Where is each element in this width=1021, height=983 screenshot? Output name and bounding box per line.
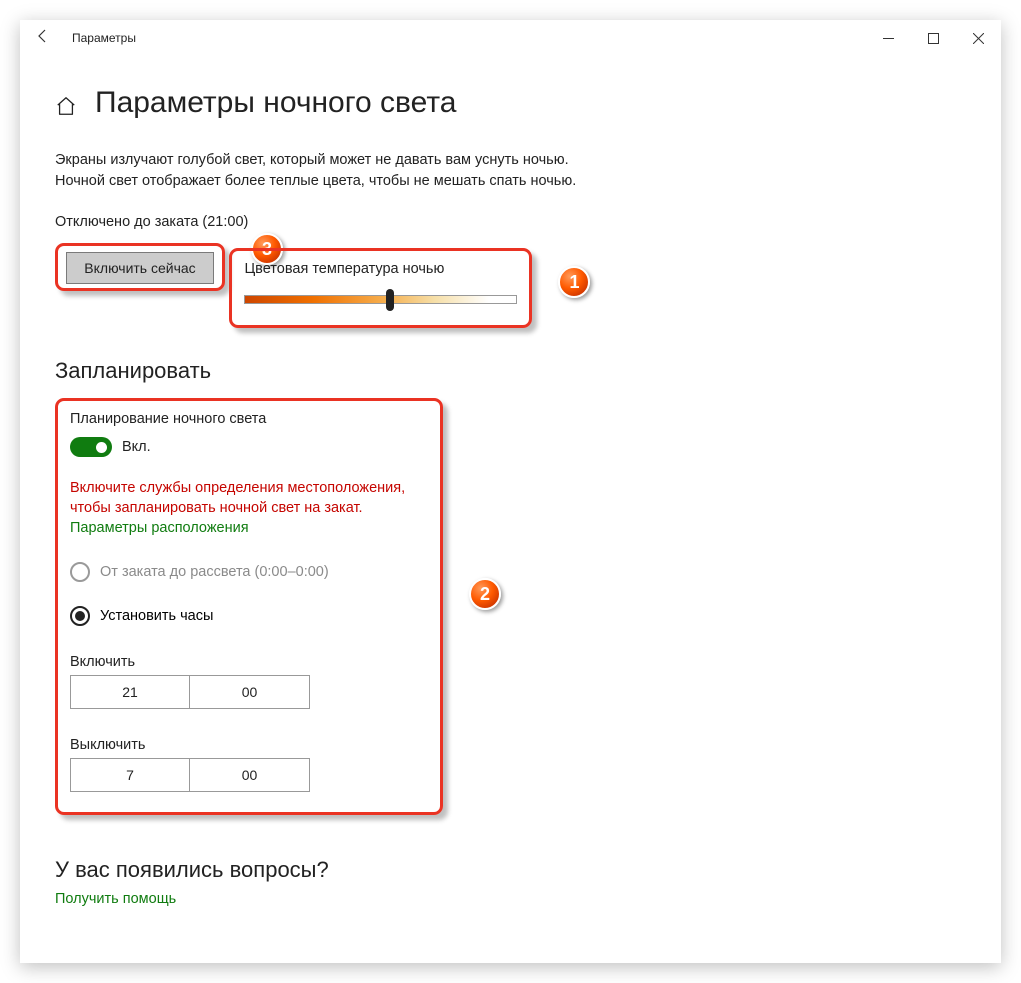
enable-now-button[interactable]: Включить сейчас — [66, 252, 214, 284]
faq-heading: У вас появились вопросы? — [55, 857, 966, 883]
schedule-toggle-state: Вкл. — [122, 439, 151, 455]
turn-off-label: Выключить — [70, 737, 428, 753]
schedule-toggle[interactable] — [70, 437, 112, 457]
minimize-button[interactable] — [866, 20, 911, 56]
content: Параметры ночного света Экраны излучают … — [20, 56, 1001, 927]
titlebar: Параметры — [20, 20, 1001, 56]
color-temp-slider[interactable] — [244, 295, 517, 309]
radio-set-hours[interactable] — [70, 606, 90, 626]
get-help-link[interactable]: Получить помощь — [55, 891, 966, 907]
window-controls — [866, 20, 1001, 56]
home-icon[interactable] — [55, 95, 77, 117]
description-text: Экраны излучают голубой свет, который мо… — [55, 150, 615, 192]
radio-sunset — [70, 562, 90, 582]
turn-on-label: Включить — [70, 654, 428, 670]
annotation-box-3: Включить сейчас — [55, 243, 225, 291]
turn-off-minute[interactable]: 00 — [190, 758, 310, 792]
annotation-box-1: Цветовая температура ночью — [229, 248, 532, 328]
annotation-box-2: Планирование ночного света Вкл. Включите… — [55, 398, 443, 815]
color-temp-label: Цветовая температура ночью — [244, 261, 517, 277]
annotation-badge-1: 1 — [558, 266, 590, 298]
annotation-badge-2: 2 — [469, 578, 501, 610]
page-title: Параметры ночного света — [95, 86, 456, 120]
schedule-plan-label: Планирование ночного света — [70, 411, 428, 427]
turn-on-minute[interactable]: 00 — [190, 675, 310, 709]
location-settings-link[interactable]: Параметры расположения — [70, 520, 428, 536]
maximize-button[interactable] — [911, 20, 956, 56]
radio-set-hours-label: Установить часы — [100, 608, 213, 624]
back-button[interactable] — [28, 28, 58, 49]
schedule-heading: Запланировать — [55, 358, 966, 384]
close-button[interactable] — [956, 20, 1001, 56]
location-warning: Включите службы определения местоположен… — [70, 479, 428, 518]
turn-on-hour[interactable]: 21 — [70, 675, 190, 709]
radio-sunset-label: От заката до рассвета (0:00–0:00) — [100, 564, 329, 580]
window-title: Параметры — [72, 31, 866, 45]
turn-off-hour[interactable]: 7 — [70, 758, 190, 792]
status-text: Отключено до заката (21:00) — [55, 214, 966, 230]
settings-window: Параметры Параметры ночного света Экраны… — [20, 20, 1001, 963]
